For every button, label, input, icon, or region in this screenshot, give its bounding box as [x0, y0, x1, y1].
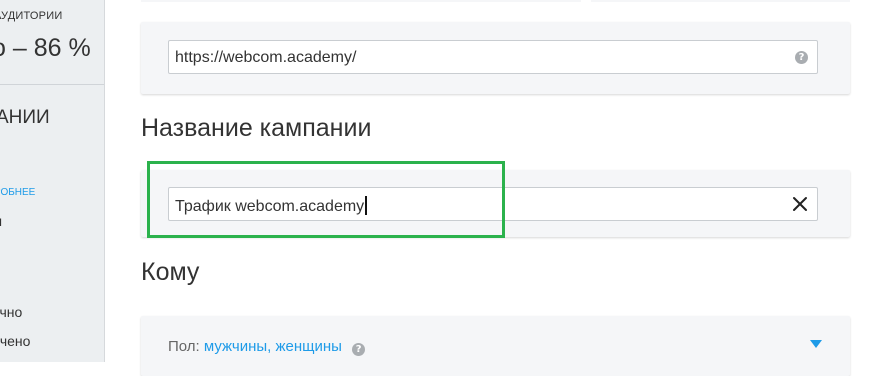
- help-icon[interactable]: ?: [352, 343, 366, 356]
- campaign-name-title: Название кампании: [141, 114, 372, 142]
- gender-row: Пол: мужчины, женщины ?: [168, 338, 366, 356]
- chevron-down-icon[interactable]: [810, 340, 822, 348]
- gender-card[interactable]: Пол: мужчины, женщины ?: [141, 316, 850, 376]
- campaign-name-card: Трафик webcom.academy: [141, 170, 850, 237]
- url-value: https://webcom.academy/: [175, 49, 357, 66]
- sidebar-campaign-title: АНИИ: [0, 107, 50, 128]
- sidebar-item: ичено: [0, 333, 31, 349]
- url-card: https://webcom.academy/ ?: [141, 22, 850, 94]
- sidebar-divider: [0, 84, 104, 85]
- whom-title: Кому: [141, 258, 200, 286]
- sidebar-more-link[interactable]: РОБНЕЕ: [0, 187, 35, 198]
- sidebar-item: очно: [0, 304, 23, 320]
- campaign-name-input[interactable]: Трафик webcom.academy: [168, 187, 818, 221]
- gender-label: Пол:: [168, 338, 200, 355]
- top-card-edge: [591, 0, 850, 2]
- sidebar-item: ы: [0, 213, 2, 229]
- text-cursor: [365, 196, 367, 215]
- sidebar-audience-label: АУДИТОРИИ: [0, 10, 63, 22]
- campaign-name-value: Трафик webcom.academy: [175, 198, 365, 215]
- close-icon[interactable]: [792, 196, 808, 212]
- top-card-edge: [141, 0, 581, 2]
- gender-value-link[interactable]: мужчины, женщины: [204, 338, 342, 355]
- sidebar-audience-value: о – 86 %: [0, 34, 91, 62]
- left-sidebar: АУДИТОРИИ о – 86 % АНИИ РОБНЕЕ ы очно ич…: [0, 0, 105, 362]
- help-icon[interactable]: ?: [795, 51, 808, 64]
- url-input[interactable]: https://webcom.academy/ ?: [168, 40, 818, 74]
